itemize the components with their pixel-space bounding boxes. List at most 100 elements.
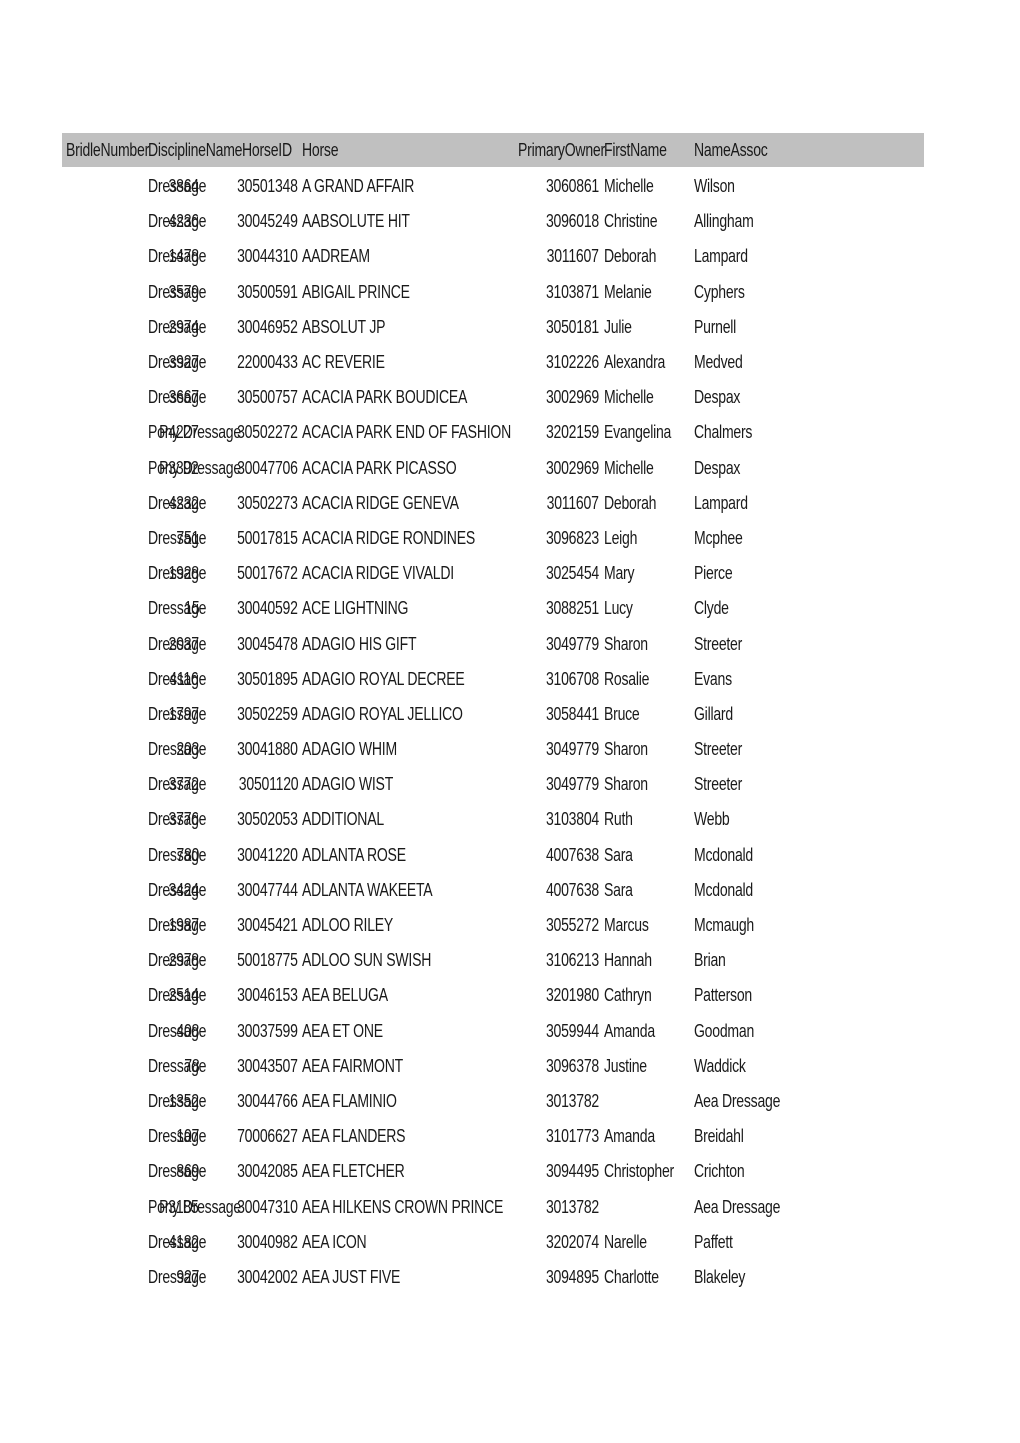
cell-horse-id[interactable]: 50018775 [182,943,298,978]
table-row[interactable]: P3392 Pony Dressage 30047706 ACACIA PARK PI… [62,451,924,486]
table-row[interactable]: 203 Dressage 30041880 ADAGIO WHIM 3049779 Sha… [62,732,924,767]
table-row[interactable]: P3185 Pony Dressage 30047310 AEA HILKENS CR… [62,1189,924,1224]
cell-primary-owner[interactable]: 3049779 [482,767,599,802]
cell-name-assoc[interactable]: Mcdonald [694,838,814,873]
cell-name-assoc[interactable]: Allingham [694,204,814,239]
cell-name-assoc[interactable]: Cyphers [694,275,814,310]
table-row[interactable]: 107 Dressage 70006627 AEA FLANDERS 3101773 Am… [62,1119,924,1154]
column-header-horse[interactable]: Horse [302,133,532,167]
cell-horse-id[interactable]: 30500757 [182,380,298,415]
cell-horse-id[interactable]: 30047310 [182,1189,298,1224]
cell-horse-id[interactable]: 30045478 [182,626,298,661]
cell-horse-id[interactable]: 30040982 [182,1225,298,1260]
cell-name-assoc[interactable]: Brian [694,943,814,978]
cell-primary-owner[interactable]: 3094895 [482,1260,599,1295]
cell-primary-owner[interactable]: 3002969 [482,380,599,415]
cell-first-name[interactable]: Deborah [604,239,704,274]
cell-first-name[interactable]: Amanda [604,1014,704,1049]
cell-horse-id[interactable]: 30045421 [182,908,298,943]
cell-primary-owner[interactable]: 3202074 [482,1225,599,1260]
cell-horse-id[interactable]: 30502273 [182,486,298,521]
table-row[interactable]: 2978 Dressage 50018775 ADLOO SUN SWISH 31062… [62,943,924,978]
cell-first-name[interactable]: Bruce [604,697,704,732]
cell-name-assoc[interactable]: Goodman [694,1014,814,1049]
table-row[interactable]: 927 Dressage 30042002 AEA JUST FIVE 3094895 C… [62,1260,924,1295]
table-row[interactable]: 3579 Dressage 30500591 ABIGAIL PRINCE 310387… [62,275,924,310]
cell-primary-owner[interactable]: 3049779 [482,732,599,767]
cell-horse-id[interactable]: 30041220 [182,838,298,873]
table-row[interactable]: 3772 Dressage 30501120 ADAGIO WIST 3049779 Sh… [62,767,924,802]
table-row[interactable]: 4232 Dressage 30502273 ACACIA RIDGE GENEVA 3… [62,486,924,521]
cell-primary-owner[interactable]: 3201980 [482,978,599,1013]
cell-primary-owner[interactable]: 3060861 [482,169,599,204]
cell-first-name[interactable]: Leigh [604,521,704,556]
cell-primary-owner[interactable]: 3059944 [482,1014,599,1049]
cell-horse-id[interactable]: 30040592 [182,591,298,626]
cell-horse-id[interactable]: 30501348 [182,169,298,204]
table-row[interactable]: 2974 Dressage 30046952 ABSOLUT JP 3050181 Jul… [62,310,924,345]
cell-horse-id[interactable]: 30044310 [182,239,298,274]
cell-primary-owner[interactable]: 3013782 [482,1189,599,1224]
cell-name-assoc[interactable]: Paffett [694,1225,814,1260]
cell-first-name[interactable]: Sharon [604,767,704,802]
column-header-horse-id[interactable]: HorseID [242,133,302,167]
cell-first-name[interactable]: Rosalie [604,662,704,697]
cell-primary-owner[interactable]: 4007638 [482,873,599,908]
table-row[interactable]: P4227 Pony Dressage 30502272 ACACIA PARK EN… [62,415,924,450]
table-row[interactable]: 1797 Dressage 30502259 ADAGIO ROYAL JELLICO… [62,697,924,732]
cell-name-assoc[interactable]: Aea Dressage [694,1189,814,1224]
table-row[interactable]: 78 Dressage 30043507 AEA FAIRMONT 3096378 Jus… [62,1049,924,1084]
cell-primary-owner[interactable]: 3096823 [482,521,599,556]
table-row[interactable]: 1928 Dressage 50017672 ACACIA RIDGE VIVALDI… [62,556,924,591]
column-header-name-assoc[interactable]: NameAssoc [694,133,814,167]
cell-horse-id[interactable]: 30041880 [182,732,298,767]
cell-name-assoc[interactable]: Wilson [694,169,814,204]
cell-horse-id[interactable]: 30502259 [182,697,298,732]
cell-first-name[interactable]: Alexandra [604,345,704,380]
cell-first-name[interactable]: Deborah [604,486,704,521]
cell-name-assoc[interactable]: Blakeley [694,1260,814,1295]
cell-first-name[interactable]: Julie [604,310,704,345]
cell-name-assoc[interactable]: Lampard [694,486,814,521]
cell-primary-owner[interactable]: 3088251 [482,591,599,626]
column-header-primary-owner[interactable]: PrimaryOwner [518,133,605,167]
cell-first-name[interactable]: Christopher [604,1154,704,1189]
cell-first-name[interactable]: Melanie [604,275,704,310]
cell-primary-owner[interactable]: 3202159 [482,415,599,450]
cell-horse-id[interactable]: 50017815 [182,521,298,556]
table-row[interactable]: 2514 Dressage 30046153 AEA BELUGA 3201980 Cat… [62,978,924,1013]
cell-first-name[interactable]: Evangelina [604,415,704,450]
table-row[interactable]: 408 Dressage 30037599 AEA ET ONE 3059944 Aman… [62,1014,924,1049]
cell-horse-id[interactable]: 50017672 [182,556,298,591]
cell-primary-owner[interactable]: 3049779 [482,626,599,661]
table-row[interactable]: 3667 Dressage 30500757 ACACIA PARK BOUDICEA… [62,380,924,415]
cell-primary-owner[interactable]: 3103804 [482,802,599,837]
cell-first-name[interactable]: Justine [604,1049,704,1084]
table-row[interactable]: 4116 Dressage 30501895 ADAGIO ROYAL DECREE 3… [62,662,924,697]
cell-primary-owner[interactable]: 3096378 [482,1049,599,1084]
table-row[interactable]: 3424 Dressage 30047744 ADLANTA WAKEETA 40076… [62,873,924,908]
cell-name-assoc[interactable]: Streeter [694,732,814,767]
cell-horse-id[interactable]: 30042002 [182,1260,298,1295]
table-row[interactable]: 869 Dressage 30042085 AEA FLETCHER 3094495 Ch… [62,1154,924,1189]
cell-primary-owner[interactable]: 3058441 [482,697,599,732]
cell-primary-owner[interactable]: 3002969 [482,451,599,486]
cell-first-name[interactable]: Christine [604,204,704,239]
table-row[interactable]: 780 Dressage 30041220 ADLANTA ROSE 4007638 Sa… [62,838,924,873]
cell-name-assoc[interactable]: Waddick [694,1049,814,1084]
cell-first-name[interactable]: Hannah [604,943,704,978]
cell-name-assoc[interactable]: Despax [694,451,814,486]
cell-first-name[interactable] [604,1084,704,1119]
cell-primary-owner[interactable]: 3102226 [482,345,599,380]
cell-horse-id[interactable]: 30045249 [182,204,298,239]
cell-first-name[interactable]: Cathryn [604,978,704,1013]
cell-name-assoc[interactable]: Aea Dressage [694,1084,814,1119]
cell-primary-owner[interactable]: 3025454 [482,556,599,591]
cell-name-assoc[interactable]: Mcphee [694,521,814,556]
cell-name-assoc[interactable]: Mcmaugh [694,908,814,943]
table-row[interactable]: 4236 Dressage 30045249 AABSOLUTE HIT 3096018… [62,204,924,239]
cell-first-name[interactable]: Sara [604,838,704,873]
cell-name-assoc[interactable]: Webb [694,802,814,837]
cell-name-assoc[interactable]: Gillard [694,697,814,732]
cell-horse-id[interactable]: 30501895 [182,662,298,697]
